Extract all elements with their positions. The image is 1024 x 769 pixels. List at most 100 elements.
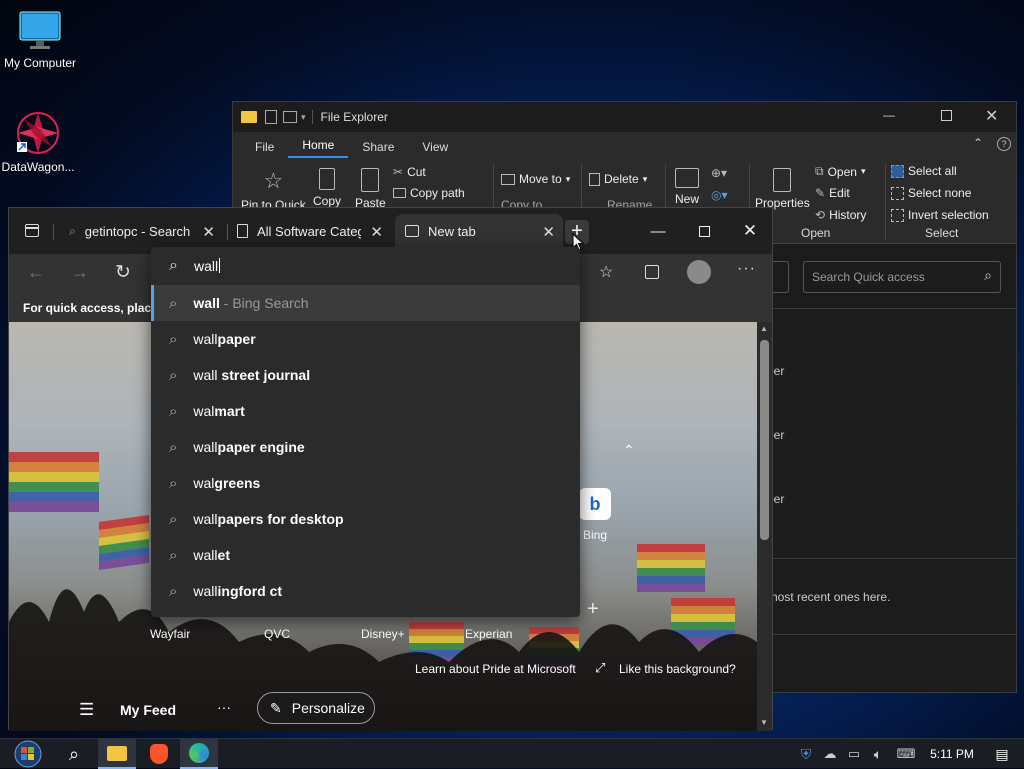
select-all-button[interactable]: Select all	[891, 164, 957, 178]
hamburger-menu-icon[interactable]: ☰	[79, 700, 94, 720]
suggestion-item[interactable]: ⌕ walmart	[151, 393, 580, 429]
select-none-button[interactable]: Select none	[891, 186, 971, 200]
edit-button[interactable]: ✎ Edit	[815, 186, 850, 200]
taskbar-file-explorer[interactable]	[98, 739, 136, 769]
new-folder-icon	[675, 168, 699, 188]
open-button[interactable]: ⧉ Open ▾	[815, 164, 865, 179]
help-icon[interactable]: ?	[997, 137, 1011, 151]
invert-selection-button[interactable]: Invert selection	[891, 208, 989, 222]
minimize-button[interactable]: —	[635, 216, 681, 246]
taskbar-search-button[interactable]: ⌕	[56, 739, 92, 769]
delete-button[interactable]: Delete ▾	[589, 172, 647, 186]
properties-icon	[773, 168, 792, 192]
notifications-icon[interactable]: ▤	[990, 739, 1014, 769]
search-icon: ⌕	[169, 474, 178, 492]
paste-button[interactable]: Paste	[355, 168, 386, 210]
like-background-link[interactable]: Like this background?	[619, 662, 736, 676]
more-menu-icon[interactable]: ···	[737, 260, 756, 278]
learn-about-pride-link[interactable]: Learn about Pride at Microsoft	[415, 662, 576, 676]
suggestion-item[interactable]: ⌕ walgreens	[151, 465, 580, 501]
close-tab-icon[interactable]: ✕	[202, 223, 215, 241]
taskbar-edge[interactable]	[180, 739, 218, 769]
new-item-icon[interactable]: ⊕▾	[711, 166, 727, 180]
easy-access-icon[interactable]: ◎▾	[711, 188, 728, 202]
edge-icon	[189, 743, 209, 763]
collections-icon[interactable]	[645, 265, 659, 279]
quick-link-wayfair[interactable]: Wayfair	[150, 627, 190, 641]
keyboard-icon[interactable]: ⌨	[894, 739, 918, 769]
select-none-icon	[891, 186, 904, 200]
cut-button[interactable]: ✂ Cut	[393, 165, 426, 179]
my-feed-label[interactable]: My Feed	[120, 702, 176, 718]
close-button[interactable]: ✕	[985, 106, 998, 126]
scrollbar-thumb[interactable]	[760, 340, 769, 540]
tab-home[interactable]: Home	[288, 134, 349, 158]
suggestion-item[interactable]: ⌕ wall street journal	[151, 357, 580, 393]
clipboard-icon	[361, 168, 380, 192]
refresh-icon[interactable]: ↻	[115, 261, 131, 284]
back-arrow-icon[interactable]: ←	[27, 262, 45, 283]
chevron-down-icon[interactable]: ▾	[301, 112, 306, 123]
collapse-arrow-icon[interactable]: ⌃	[623, 442, 635, 459]
expand-icon[interactable]: ⤢	[595, 660, 605, 676]
forward-arrow-icon[interactable]: →	[71, 262, 89, 283]
new-folder-quick-icon[interactable]	[283, 111, 297, 123]
tab-all-software-categories[interactable]: All Software Categ ✕	[227, 214, 391, 248]
favorites-star-icon[interactable]: ☆	[599, 262, 613, 282]
suggestion-item[interactable]: ⌕ wallet	[151, 537, 580, 573]
tab-view[interactable]: View	[408, 136, 462, 158]
personalize-button[interactable]: ✎ Personalize	[257, 692, 375, 724]
suggestion-item[interactable]: ⌕ wall - Bing Search	[151, 285, 580, 321]
desktop-icon-datawagon[interactable]: DataWagon...	[0, 110, 76, 174]
properties-quick-icon[interactable]	[265, 110, 277, 124]
search-quick-access-input[interactable]: Search Quick access ⌕	[803, 261, 1001, 293]
clock[interactable]: 5:11 PM	[922, 739, 982, 769]
maximize-button[interactable]	[681, 216, 727, 246]
tab-share[interactable]: Share	[348, 136, 408, 158]
cloud-offline-icon[interactable]: ☁	[820, 739, 840, 769]
close-tab-icon[interactable]: ✕	[542, 223, 555, 241]
properties-button[interactable]: Properties	[755, 168, 810, 210]
suggestion-item[interactable]: ⌕ wallpaper engine	[151, 429, 580, 465]
tab-file[interactable]: File	[241, 136, 288, 158]
taskbar-brave[interactable]	[140, 739, 178, 769]
security-shield-icon[interactable]: ⛨	[796, 739, 816, 769]
maximize-button[interactable]	[941, 110, 952, 121]
tab-new-tab[interactable]: New tab ✕	[395, 214, 563, 248]
move-to-button[interactable]: Move to ▾	[501, 172, 570, 186]
close-tab-icon[interactable]: ✕	[370, 223, 383, 241]
copy-button[interactable]: Copy	[313, 168, 341, 208]
close-button[interactable]: ✕	[727, 216, 773, 246]
monitor-icon	[19, 11, 61, 49]
profile-avatar-icon[interactable]	[687, 260, 711, 284]
quick-link-disney[interactable]: Disney+	[361, 627, 405, 641]
scroll-down-arrow-icon[interactable]: ▼	[760, 718, 768, 727]
address-bar-input[interactable]: ⌕ wall	[151, 247, 580, 285]
pin-quick-access-button[interactable]: ☆ Pin to Quick	[241, 168, 306, 212]
ribbon-collapse-icon[interactable]: ⌃	[973, 136, 983, 150]
desktop-icon-my-computer[interactable]: My Computer	[2, 10, 78, 70]
quick-link-bing[interactable]: b Bing	[575, 488, 615, 548]
search-icon: ⌕	[169, 330, 178, 348]
network-icon[interactable]: ▭	[844, 739, 864, 769]
volume-icon[interactable]: 🔈︎	[868, 739, 888, 769]
suggestion-item[interactable]: ⌕ wallpaper	[151, 321, 580, 357]
tab-getintopc-search[interactable]: ⌕ getintopc - Search ✕	[59, 214, 223, 248]
history-button[interactable]: ⟲ History	[815, 208, 866, 222]
tab-actions-icon[interactable]	[25, 224, 39, 237]
copy-path-button[interactable]: Copy path	[393, 186, 465, 200]
add-shortcut-icon[interactable]: +	[587, 598, 599, 621]
copy-path-icon	[393, 188, 406, 198]
suggestion-item[interactable]: ⌕ wallpapers for desktop	[151, 501, 580, 537]
pencil-icon: ✎	[815, 186, 826, 200]
suggestion-item[interactable]: ⌕ wallingford ct	[151, 573, 580, 609]
page-scrollbar[interactable]: ▲ ▼	[757, 322, 772, 731]
scroll-up-arrow-icon[interactable]: ▲	[760, 324, 768, 333]
new-folder-button[interactable]: New	[675, 168, 699, 206]
start-button[interactable]	[8, 739, 48, 769]
feed-more-icon[interactable]: ···	[217, 699, 231, 715]
quick-link-experian[interactable]: Experian	[465, 627, 512, 641]
minimize-button[interactable]: —	[883, 108, 895, 122]
quick-link-qvc[interactable]: QVC	[264, 627, 290, 641]
move-to-icon	[501, 173, 515, 185]
